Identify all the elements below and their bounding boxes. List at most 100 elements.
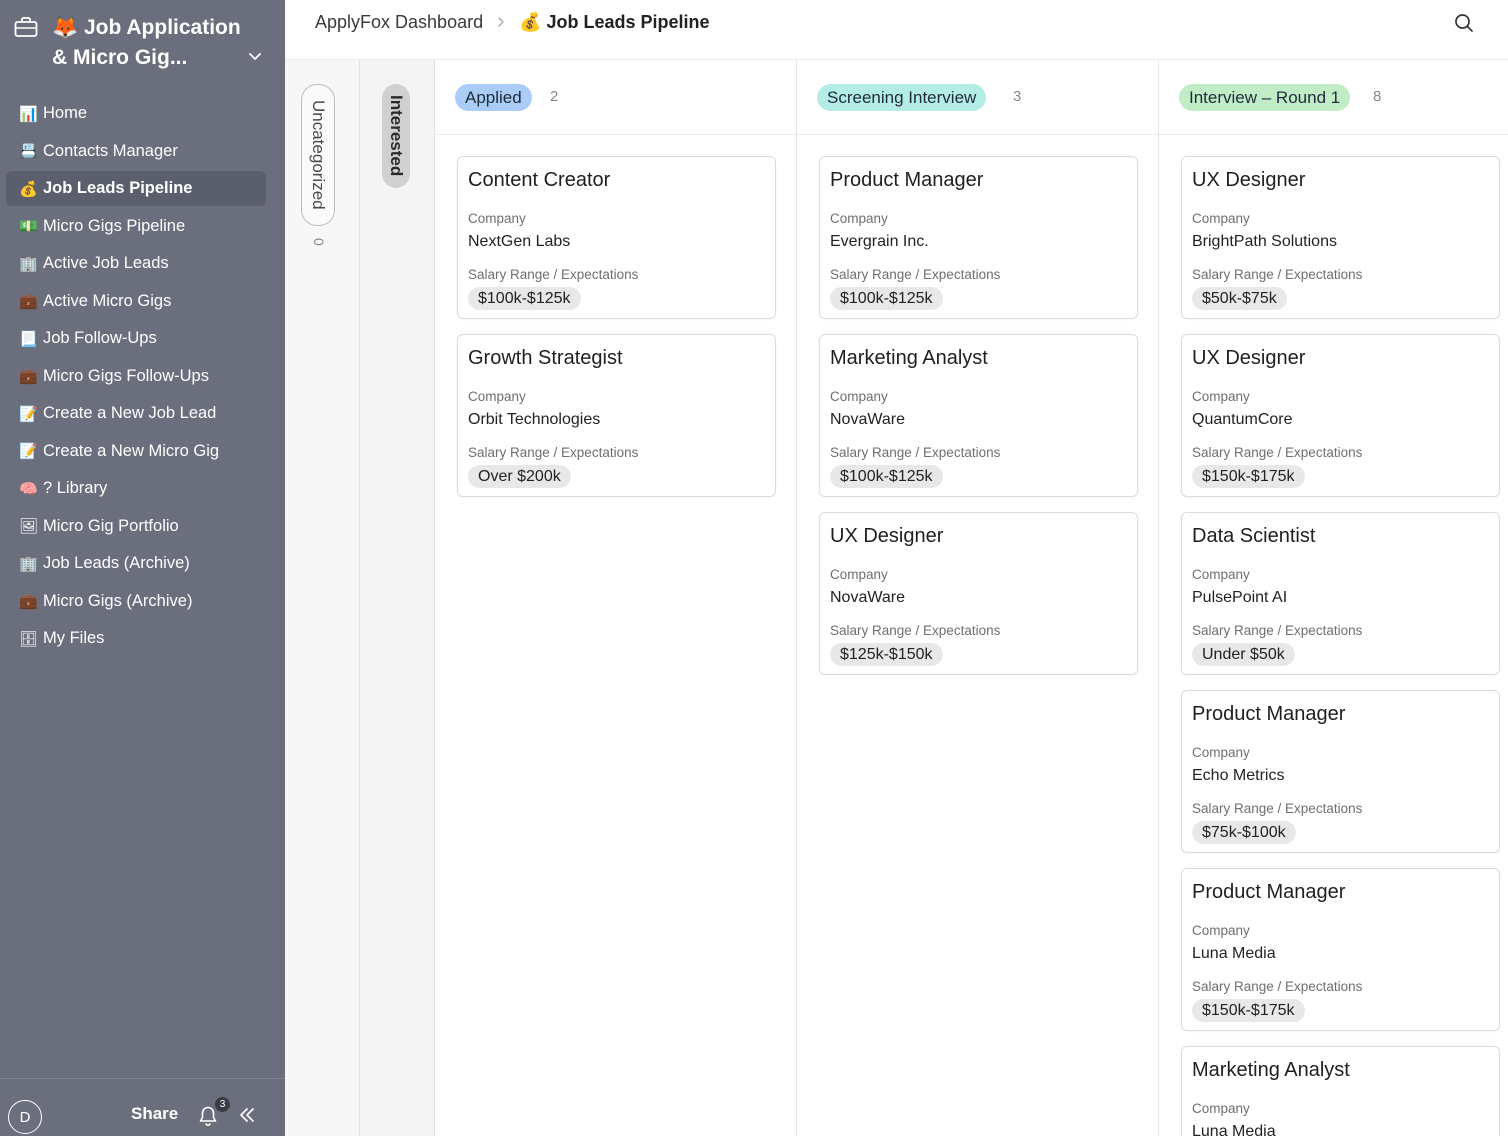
sidebar-item-job-leads-pipeline[interactable]: 💰 Job Leads Pipeline <box>6 171 266 206</box>
column-header: Applied 2 <box>435 60 797 135</box>
salary-tag: $100k-$125k <box>468 287 581 310</box>
salary-label: Salary Range / Expectations <box>830 445 1001 460</box>
collapse-sidebar-icon[interactable] <box>238 1106 256 1124</box>
salary-label: Salary Range / Expectations <box>1192 445 1363 460</box>
briefcase-emoji-icon: 💼 <box>19 593 38 610</box>
job-card[interactable]: UX Designer Company BrightPath Solutions… <box>1181 156 1500 319</box>
job-card[interactable]: Product Manager Company Evergrain Inc. S… <box>819 156 1138 319</box>
money-bag-icon: 💰 <box>19 180 38 198</box>
salary-tag: $100k-$125k <box>830 465 943 488</box>
top-bar: ApplyFox Dashboard 💰 Job Leads Pipeline <box>285 0 1508 60</box>
column-label[interactable]: Screening Interview <box>817 84 987 111</box>
company-value: NovaWare <box>830 589 905 606</box>
job-card[interactable]: Product Manager Company Echo Metrics Sal… <box>1181 690 1500 853</box>
sidebar-item-job-follow-ups[interactable]: 📃 Job Follow-Ups <box>6 321 266 356</box>
avatar[interactable]: D <box>8 1100 42 1134</box>
share-button[interactable]: Share <box>131 1104 178 1124</box>
sidebar-item-label: My Files <box>43 629 105 647</box>
card-list: Product Manager Company Evergrain Inc. S… <box>819 156 1138 690</box>
sidebar-item-create-micro-gig[interactable]: 📝 Create a New Micro Gig <box>6 434 266 469</box>
workspace-header[interactable]: 🦊 Job Application & Micro Gig... <box>0 0 285 90</box>
card-title: Data Scientist <box>1192 525 1316 547</box>
company-value: QuantumCore <box>1192 411 1293 428</box>
breadcrumb-root[interactable]: ApplyFox Dashboard <box>315 12 483 33</box>
bell-icon[interactable] <box>198 1105 218 1127</box>
sidebar-item-library[interactable]: 🧠 ? Library <box>6 471 266 506</box>
chevron-down-icon[interactable] <box>246 47 264 65</box>
card-title: Marketing Analyst <box>830 347 988 369</box>
company-value: Echo Metrics <box>1192 767 1285 784</box>
salary-label: Salary Range / Expectations <box>830 267 1001 282</box>
card-title: Product Manager <box>1192 703 1346 725</box>
company-value: Luna Media <box>1192 945 1276 962</box>
sidebar-item-home[interactable]: 📊 Home <box>6 96 266 131</box>
company-value: Luna Media <box>1192 1123 1276 1136</box>
search-icon[interactable] <box>1453 12 1475 34</box>
salary-tag: $50k-$75k <box>1192 287 1287 310</box>
job-card[interactable]: Product Manager Company Luna Media Salar… <box>1181 868 1500 1031</box>
sidebar-item-micro-gigs-archive[interactable]: 💼 Micro Gigs (Archive) <box>6 584 266 619</box>
column-label[interactable]: Interview – Round 1 <box>1179 84 1351 111</box>
card-title: UX Designer <box>830 525 944 547</box>
job-card[interactable]: Marketing Analyst Company NovaWare Salar… <box>819 334 1138 497</box>
job-card[interactable]: Data Scientist Company PulsePoint AI Sal… <box>1181 512 1500 675</box>
card-title: Marketing Analyst <box>1192 1059 1350 1081</box>
job-card[interactable]: UX Designer Company QuantumCore Salary R… <box>1181 334 1500 497</box>
company-value: Evergrain Inc. <box>830 233 929 250</box>
column-header: Screening Interview 3 <box>797 60 1159 135</box>
sidebar-nav: 📊 Home 📇 Contacts Manager 💰 Job Leads Pipel… <box>6 96 266 659</box>
company-value: NextGen Labs <box>468 233 571 250</box>
money-icon: 💵 <box>19 218 38 235</box>
sidebar-item-micro-gigs-pipeline[interactable]: 💵 Micro Gigs Pipeline <box>6 209 266 244</box>
sidebar-item-label: Micro Gigs Pipeline <box>43 216 186 235</box>
workspace-title: 🦊 Job Application & Micro Gig... <box>52 16 241 69</box>
sidebar-item-active-job-leads[interactable]: 🏢 Active Job Leads <box>6 246 266 281</box>
brain-icon: 🧠 <box>19 480 38 498</box>
column-applied: Applied 2 Content Creator Company NextGe… <box>435 60 797 1136</box>
memo-icon: 📝 <box>19 443 38 460</box>
company-label: Company <box>1192 1101 1250 1116</box>
sidebar-item-micro-gigs-follow-ups[interactable]: 💼 Micro Gigs Follow-Ups <box>6 359 266 394</box>
sidebar-item-label: Active Job Leads <box>43 254 169 272</box>
sidebar-item-job-leads-archive[interactable]: 🏢 Job Leads (Archive) <box>6 546 266 581</box>
page-icon: 📃 <box>19 330 38 348</box>
collapsed-column-uncategorized[interactable]: Uncategorized 0 <box>285 60 360 1136</box>
job-card[interactable]: UX Designer Company NovaWare Salary Rang… <box>819 512 1138 675</box>
sidebar-item-label: Job Leads (Archive) <box>43 554 190 572</box>
salary-label: Salary Range / Expectations <box>1192 267 1363 282</box>
sidebar-item-micro-gig-portfolio[interactable]: 🖼 Micro Gig Portfolio <box>6 509 266 544</box>
salary-label: Salary Range / Expectations <box>1192 979 1363 994</box>
notification-badge: 3 <box>215 1097 230 1112</box>
company-label: Company <box>830 211 888 226</box>
briefcase-emoji-icon: 💼 <box>19 293 38 310</box>
sidebar-item-my-files[interactable]: 🗄 My Files <box>6 621 266 656</box>
collapsed-column-interested[interactable]: Interested 1 <box>360 60 480 1136</box>
sidebar-item-create-job-lead[interactable]: 📝 Create a New Job Lead <box>6 396 266 431</box>
company-label: Company <box>1192 567 1250 582</box>
column-label[interactable]: Interested <box>382 84 410 188</box>
column-count: 0 <box>311 238 327 246</box>
job-card[interactable]: Content Creator Company NextGen Labs Sal… <box>457 156 776 319</box>
column-count: 2 <box>550 88 559 105</box>
breadcrumb: ApplyFox Dashboard 💰 Job Leads Pipeline <box>315 10 710 34</box>
job-card[interactable]: Growth Strategist Company Orbit Technolo… <box>457 334 776 497</box>
job-card[interactable]: Marketing Analyst Company Luna Media <box>1181 1046 1500 1136</box>
card-index-icon: 📇 <box>19 143 38 160</box>
sidebar-item-active-micro-gigs[interactable]: 💼 Active Micro Gigs <box>6 284 266 319</box>
company-value: Orbit Technologies <box>468 411 601 428</box>
column-label[interactable]: Uncategorized <box>301 84 335 226</box>
sidebar-item-label: ? Library <box>43 479 108 497</box>
sidebar-item-contacts-manager[interactable]: 📇 Contacts Manager <box>6 134 266 169</box>
memo-icon: 📝 <box>19 405 38 423</box>
kanban-board: Uncategorized 0 Interested 1 Applied 2 C… <box>285 60 1508 1136</box>
column-count: 3 <box>1013 88 1022 105</box>
company-label: Company <box>1192 923 1250 938</box>
salary-tag: $100k-$125k <box>830 287 943 310</box>
picture-icon: 🖼 <box>19 518 39 535</box>
chevron-right-icon <box>496 16 506 28</box>
column-header: Interview – Round 1 8 <box>1159 60 1508 135</box>
column-label[interactable]: Applied <box>455 84 532 111</box>
column-interview-round-1: Interview – Round 1 8 UX Designer Compan… <box>1159 60 1508 1136</box>
salary-tag: $125k-$150k <box>830 643 943 666</box>
sidebar-item-label: Micro Gigs (Archive) <box>43 591 193 610</box>
